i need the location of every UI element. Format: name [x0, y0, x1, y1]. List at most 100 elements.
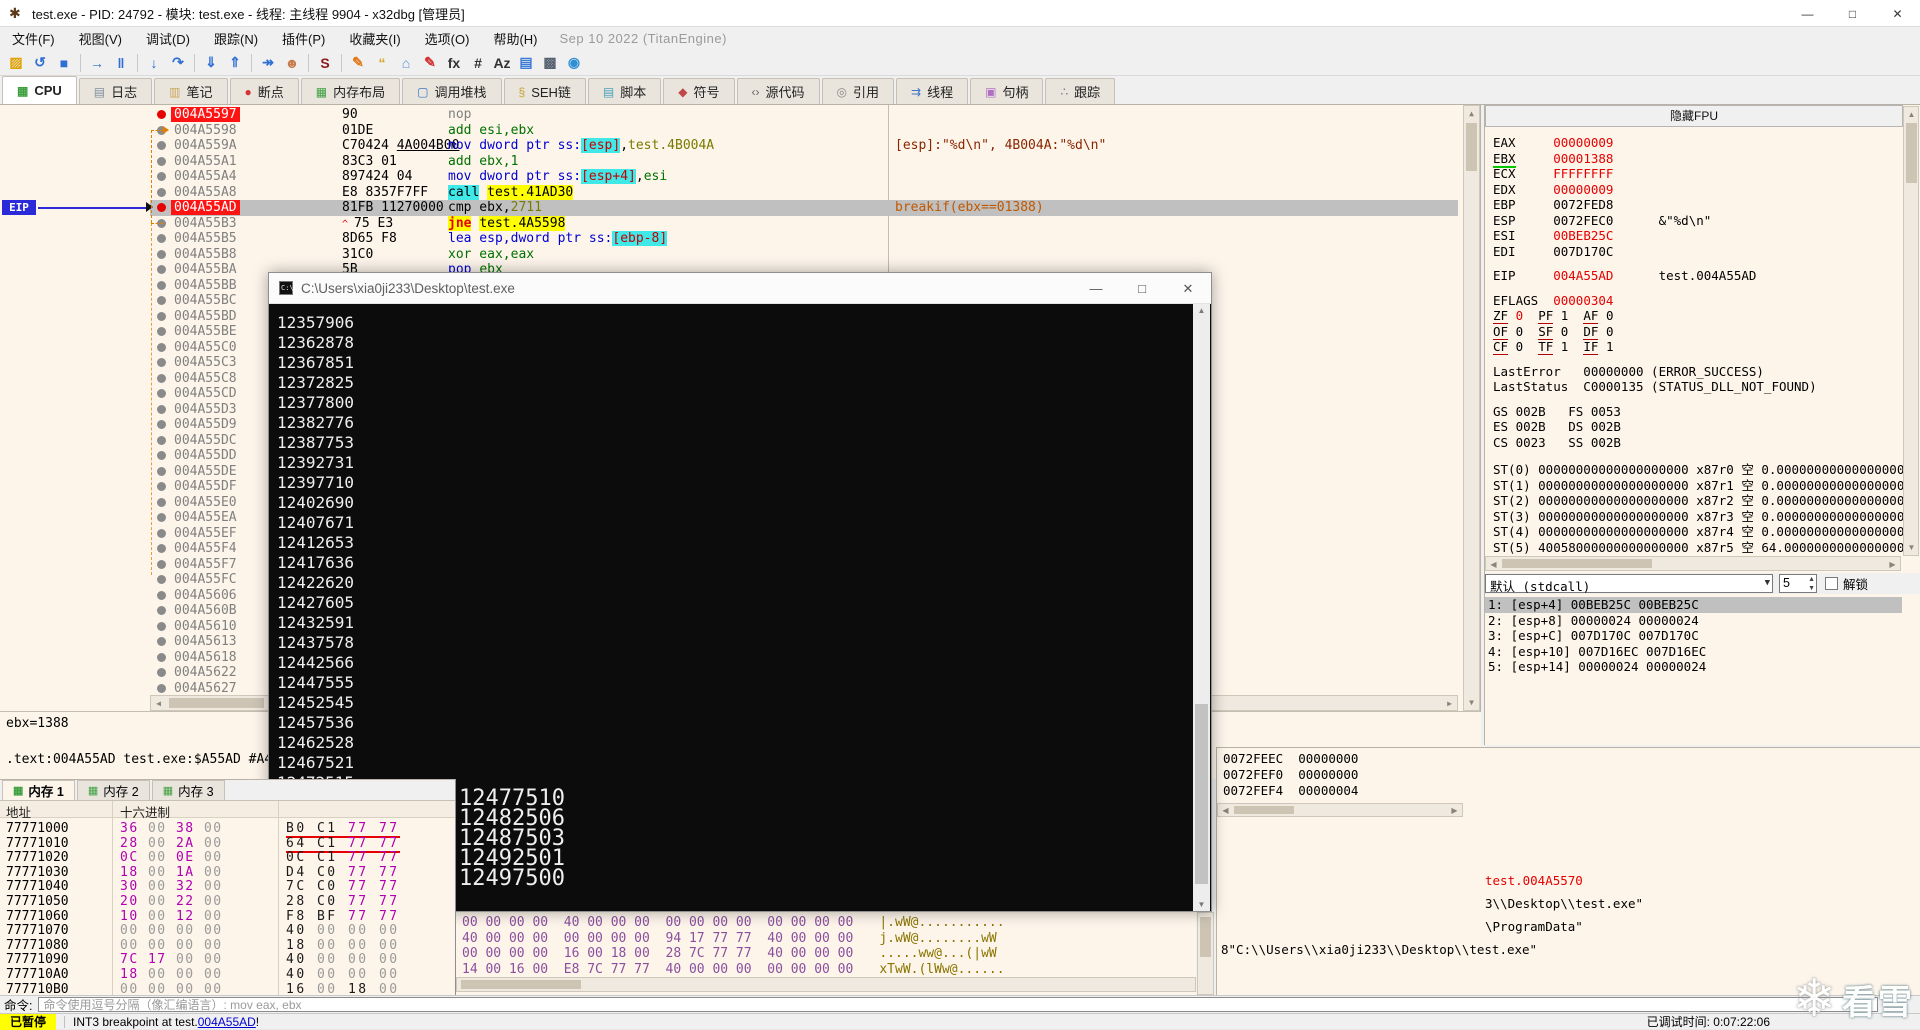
- menu-o[interactable]: 选项(O): [413, 27, 482, 50]
- console-minimize-button[interactable]: —: [1073, 273, 1119, 304]
- stop-icon[interactable]: ■: [52, 52, 76, 74]
- tab-symbols[interactable]: ◆符号: [663, 78, 734, 104]
- patch-icon[interactable]: ✎: [346, 52, 370, 74]
- minimize-button[interactable]: —: [1785, 0, 1830, 27]
- argument-row[interactable]: 3: [esp+C] 007D170C 007D170C: [1485, 628, 1902, 644]
- breakpoint-dot[interactable]: [157, 172, 166, 181]
- tab-call-stack[interactable]: ▢调用堆栈: [402, 78, 501, 104]
- run-to-user-icon[interactable]: ↠: [256, 52, 280, 74]
- breakpoint-dot[interactable]: [157, 498, 166, 507]
- breakpoint-dot[interactable]: [157, 405, 166, 414]
- dump-row[interactable]: 7777108000 00 00 0018 00 00 00: [0, 938, 456, 953]
- breakpoint-dot[interactable]: [157, 606, 166, 615]
- breakpoint-dot[interactable]: [157, 560, 166, 569]
- console-maximize-button[interactable]: □: [1119, 273, 1165, 304]
- breakpoint-dot[interactable]: [157, 110, 166, 119]
- arg-depth-stepper[interactable]: 5 ▲▼: [1779, 574, 1817, 593]
- menu-d[interactable]: 调试(D): [134, 27, 202, 50]
- disasm-row[interactable]: 004A559801DEadd esi,ebx: [0, 123, 1481, 139]
- open-file-icon[interactable]: ▨: [4, 52, 28, 74]
- breakpoint-dot[interactable]: [157, 374, 166, 383]
- menu-n[interactable]: 跟踪(N): [202, 27, 270, 50]
- breakpoint-dot[interactable]: [157, 281, 166, 290]
- console-close-button[interactable]: ✕: [1165, 273, 1211, 304]
- tab-log[interactable]: ▤日志: [79, 78, 152, 104]
- step-into-icon[interactable]: ↓: [142, 52, 166, 74]
- dump-tab[interactable]: ▦内存 3: [152, 780, 225, 800]
- menu-i[interactable]: 收藏夹(I): [337, 27, 412, 50]
- close-button[interactable]: ✕: [1875, 0, 1920, 27]
- dump-row[interactable]: 7777104030 00 32 007C C0 77 77: [0, 879, 456, 894]
- disasm-row[interactable]: 004A55B58D65 F8lea esp,dword ptr ss:[ebp…: [0, 231, 1481, 247]
- calling-convention-select[interactable]: 默认 (stdcall) ▼: [1485, 574, 1773, 593]
- breakpoint-dot[interactable]: [157, 312, 166, 321]
- breakpoint-dot[interactable]: [157, 420, 166, 429]
- breakpoint-dot[interactable]: [157, 389, 166, 398]
- console-scrollbar[interactable]: ▲ ▼: [1193, 304, 1210, 911]
- script-run-icon[interactable]: ▤: [514, 52, 538, 74]
- argument-row[interactable]: 1: [esp+4] 00BEB25C 00BEB25C: [1485, 597, 1902, 613]
- breakpoint-address-link[interactable]: 004A55AD: [198, 1015, 256, 1029]
- dump-row[interactable]: 777710B000 00 00 0016 00 18 00: [0, 982, 456, 995]
- breakpoint-dot[interactable]: [157, 343, 166, 352]
- function-icon[interactable]: fx: [442, 52, 466, 74]
- disasm-row[interactable]: 004A559790nop: [0, 107, 1481, 123]
- disasm-row[interactable]: 004A55B3^ 75 E3jne test.4A5598: [0, 216, 1481, 232]
- tab-threads[interactable]: ⇉线程: [896, 78, 968, 104]
- hash-icon[interactable]: #: [466, 52, 490, 74]
- command-input[interactable]: [38, 997, 1878, 1012]
- breakpoint-dot[interactable]: [157, 327, 166, 336]
- disasm-row[interactable]: 004A55A4897424 04mov dword ptr ss:[esp+4…: [0, 169, 1481, 185]
- breakpoint-dot[interactable]: [157, 467, 166, 476]
- tab-notes[interactable]: ▥笔记: [154, 78, 227, 104]
- dump-row[interactable]: 7777107000 00 00 0040 00 00 00: [0, 923, 456, 938]
- dump-tab[interactable]: ▦内存 2: [77, 780, 150, 800]
- comment-icon[interactable]: “: [370, 52, 394, 74]
- user-mode-icon[interactable]: ☻: [280, 52, 304, 74]
- maximize-button[interactable]: □: [1830, 0, 1875, 27]
- breakpoint-dot[interactable]: [157, 296, 166, 305]
- dump-tab[interactable]: ▦内存 1: [2, 780, 75, 800]
- dump-row[interactable]: 777710907C 17 00 0040 00 00 00: [0, 952, 456, 967]
- tab-breakpoints[interactable]: ●断点: [230, 78, 299, 104]
- breakpoint-dot[interactable]: [157, 157, 166, 166]
- breakpoint-dot[interactable]: [157, 513, 166, 522]
- disasm-vscrollbar[interactable]: ▲▼: [1463, 105, 1480, 711]
- breakpoint-dot[interactable]: [157, 544, 166, 553]
- step-over-icon[interactable]: ↷: [166, 52, 190, 74]
- breakpoint-dot[interactable]: [157, 203, 166, 212]
- dump-row[interactable]: 7777101028 00 2A 0064 C1 77 77: [0, 836, 456, 851]
- breakpoint-dot[interactable]: [157, 637, 166, 646]
- dump-row[interactable]: 777710200C 00 0E 000C C1 77 77: [0, 850, 456, 865]
- argument-row[interactable]: 5: [esp+14] 00000024 00000024: [1485, 659, 1902, 675]
- tab-handles[interactable]: ▣句柄: [970, 78, 1043, 104]
- argument-row[interactable]: 4: [esp+10] 007D16EC 007D16EC: [1485, 644, 1902, 660]
- stack-row[interactable]: 0072FEEC 00000000: [1223, 751, 1358, 766]
- stack-scrollbar[interactable]: [1197, 912, 1214, 995]
- breakpoint-dot[interactable]: [157, 234, 166, 243]
- restart-icon[interactable]: ↺: [28, 52, 52, 74]
- help-globe-icon[interactable]: ◉: [562, 52, 586, 74]
- calculator-icon[interactable]: ▩: [538, 52, 562, 74]
- tab-script[interactable]: ▤脚本: [588, 78, 661, 104]
- assemble-icon[interactable]: Az: [490, 52, 514, 74]
- dump-row[interactable]: 7777105020 00 22 0028 C0 77 77: [0, 894, 456, 909]
- dump-row[interactable]: 7777106010 00 12 00F8 BF 77 77: [0, 909, 456, 924]
- breakpoint-dot[interactable]: [157, 188, 166, 197]
- stack-row[interactable]: 0072FEF0 00000000: [1223, 767, 1358, 782]
- record-trace-icon[interactable]: S: [313, 52, 337, 74]
- argument-row[interactable]: 2: [esp+8] 00000024 00000024: [1485, 613, 1902, 629]
- hide-fpu-button[interactable]: 隐藏FPU: [1485, 105, 1903, 127]
- breakpoint-dot[interactable]: [157, 358, 166, 367]
- breakpoint-dot[interactable]: [157, 622, 166, 631]
- memory-dump-panel[interactable]: ▦内存 1▦内存 2▦内存 3 地址 十六进制 7777100036 00 38…: [0, 779, 456, 995]
- fpu-scrollbar[interactable]: ◀ ▶: [1485, 556, 1901, 571]
- stack-hscrollbar[interactable]: ◀▶: [1217, 803, 1463, 817]
- menu-p[interactable]: 插件(P): [270, 27, 337, 50]
- breakpoint-dot[interactable]: [157, 451, 166, 460]
- tab-memory-map[interactable]: ▦内存布局: [301, 78, 400, 104]
- stack-pane[interactable]: 0072FEEC 000000000072FEF0 000000000072FE…: [1216, 747, 1920, 995]
- menu-v[interactable]: 视图(V): [67, 27, 134, 50]
- breakpoint-dot[interactable]: [157, 575, 166, 584]
- breakpoint-dot[interactable]: [157, 653, 166, 662]
